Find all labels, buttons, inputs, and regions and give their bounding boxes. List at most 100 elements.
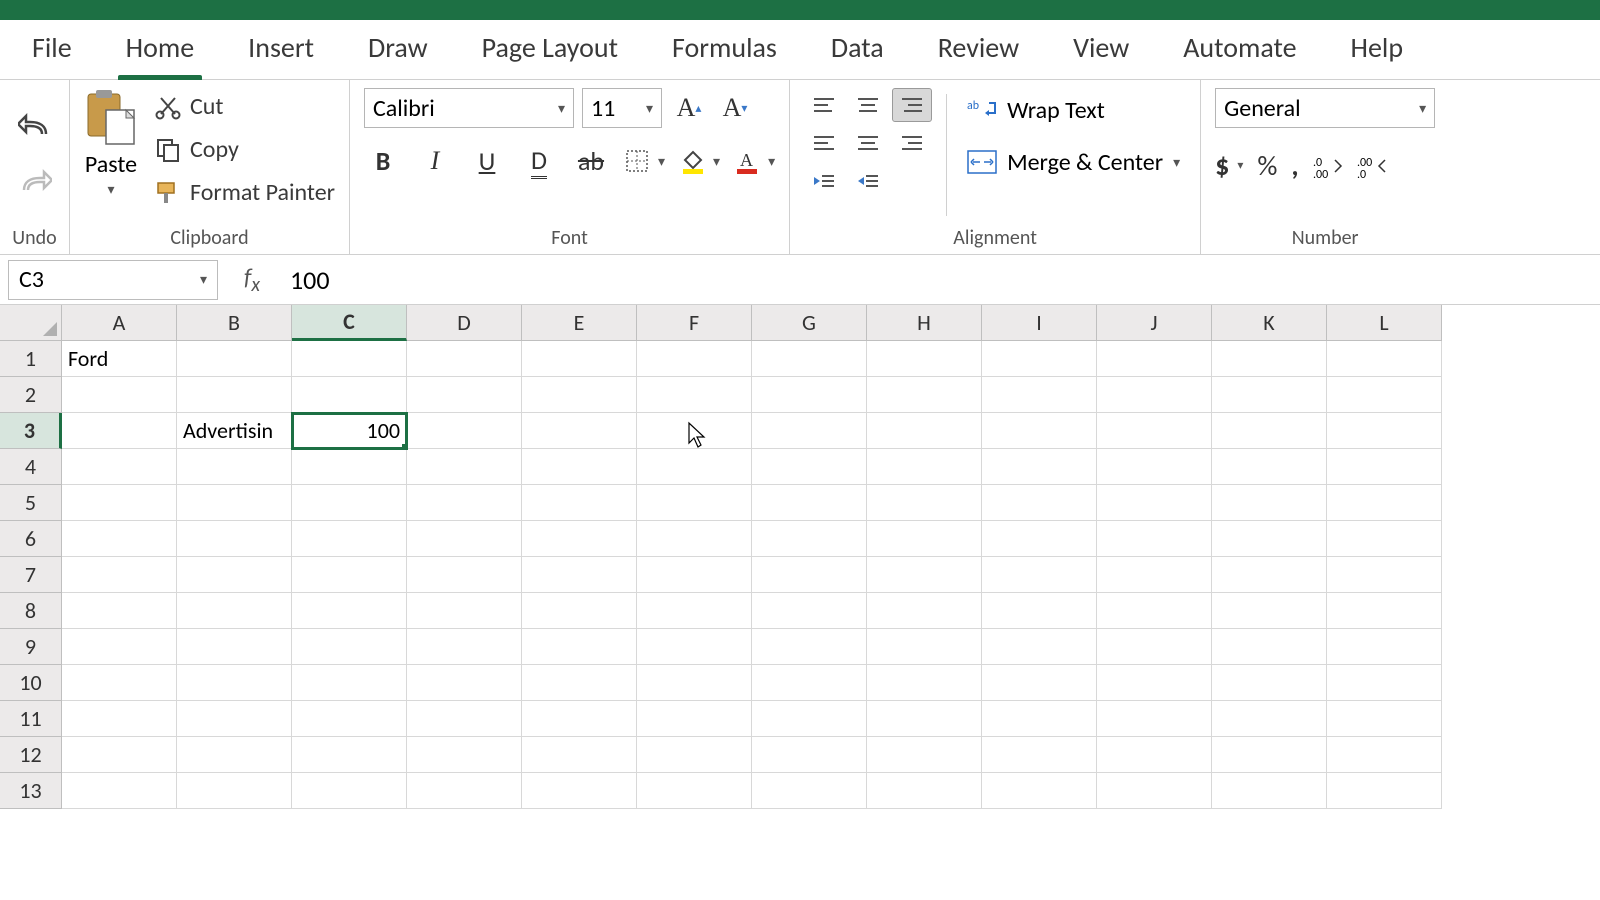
cell-B12[interactable] <box>177 737 292 773</box>
cell-G5[interactable] <box>752 485 867 521</box>
align-top-left[interactable] <box>804 88 844 122</box>
cell-J3[interactable] <box>1097 413 1212 449</box>
cell-B13[interactable] <box>177 773 292 809</box>
cell-L7[interactable] <box>1327 557 1442 593</box>
number-format-select[interactable]: General▾ <box>1215 88 1435 128</box>
format-painter-button[interactable]: Format Painter <box>154 178 335 207</box>
row-header-10[interactable]: 10 <box>0 665 62 701</box>
cell-K4[interactable] <box>1212 449 1327 485</box>
cell-C2[interactable] <box>292 377 407 413</box>
cell-L4[interactable] <box>1327 449 1442 485</box>
cell-E13[interactable] <box>522 773 637 809</box>
column-header-K[interactable]: K <box>1212 305 1327 341</box>
cell-J11[interactable] <box>1097 701 1212 737</box>
comma-format-button[interactable]: , <box>1291 148 1298 183</box>
cell-F1[interactable] <box>637 341 752 377</box>
cell-A3[interactable] <box>62 413 177 449</box>
paste-dropdown[interactable]: ▾ <box>107 181 114 198</box>
copy-button[interactable]: Copy <box>154 135 335 164</box>
cell-B9[interactable] <box>177 629 292 665</box>
cell-C4[interactable] <box>292 449 407 485</box>
column-header-H[interactable]: H <box>867 305 982 341</box>
column-header-A[interactable]: A <box>62 305 177 341</box>
fill-handle[interactable] <box>402 444 407 449</box>
cell-C9[interactable] <box>292 629 407 665</box>
tab-automate[interactable]: Automate <box>1179 22 1300 79</box>
formula-input[interactable]: 100 <box>278 264 330 296</box>
cell-G2[interactable] <box>752 377 867 413</box>
cell-L9[interactable] <box>1327 629 1442 665</box>
cell-I1[interactable] <box>982 341 1097 377</box>
font-color-button[interactable]: A ▾ <box>734 148 775 174</box>
cell-B4[interactable] <box>177 449 292 485</box>
cell-G11[interactable] <box>752 701 867 737</box>
cell-L8[interactable] <box>1327 593 1442 629</box>
name-box[interactable]: C3 ▾ <box>8 260 218 300</box>
double-underline-button[interactable]: D <box>520 142 558 180</box>
cell-L10[interactable] <box>1327 665 1442 701</box>
row-header-13[interactable]: 13 <box>0 773 62 809</box>
cell-D10[interactable] <box>407 665 522 701</box>
cell-L5[interactable] <box>1327 485 1442 521</box>
cell-K12[interactable] <box>1212 737 1327 773</box>
underline-button[interactable]: U <box>468 142 506 180</box>
cell-D6[interactable] <box>407 521 522 557</box>
spreadsheet-grid[interactable]: ABCDEFGHIJKL 1Ford23Advertisin1004567891… <box>0 305 1600 809</box>
cell-I11[interactable] <box>982 701 1097 737</box>
cell-D8[interactable] <box>407 593 522 629</box>
cell-G12[interactable] <box>752 737 867 773</box>
cell-D11[interactable] <box>407 701 522 737</box>
cell-D9[interactable] <box>407 629 522 665</box>
cell-A6[interactable] <box>62 521 177 557</box>
cell-G1[interactable] <box>752 341 867 377</box>
cell-K2[interactable] <box>1212 377 1327 413</box>
cell-K8[interactable] <box>1212 593 1327 629</box>
align-top-right[interactable] <box>892 88 932 122</box>
cell-H2[interactable] <box>867 377 982 413</box>
tab-view[interactable]: View <box>1069 22 1133 79</box>
fx-icon[interactable]: fx <box>226 263 278 297</box>
cell-I3[interactable] <box>982 413 1097 449</box>
cell-G10[interactable] <box>752 665 867 701</box>
row-header-1[interactable]: 1 <box>0 341 62 377</box>
decrease-font-button[interactable]: A▾ <box>716 89 754 127</box>
strikethrough-button[interactable]: ab <box>572 142 610 180</box>
cell-I12[interactable] <box>982 737 1097 773</box>
cell-A7[interactable] <box>62 557 177 593</box>
cell-H1[interactable] <box>867 341 982 377</box>
tab-insert[interactable]: Insert <box>244 22 318 79</box>
cell-B7[interactable] <box>177 557 292 593</box>
accounting-format-button[interactable]: $▾ <box>1215 148 1243 183</box>
cell-J9[interactable] <box>1097 629 1212 665</box>
cell-E3[interactable] <box>522 413 637 449</box>
cell-E5[interactable] <box>522 485 637 521</box>
cell-L6[interactable] <box>1327 521 1442 557</box>
cell-J10[interactable] <box>1097 665 1212 701</box>
cell-J4[interactable] <box>1097 449 1212 485</box>
cell-J12[interactable] <box>1097 737 1212 773</box>
row-header-11[interactable]: 11 <box>0 701 62 737</box>
align-middle-left[interactable] <box>804 126 844 160</box>
cell-C11[interactable] <box>292 701 407 737</box>
cell-E8[interactable] <box>522 593 637 629</box>
cell-I2[interactable] <box>982 377 1097 413</box>
tab-data[interactable]: Data <box>827 22 888 79</box>
cell-G4[interactable] <box>752 449 867 485</box>
cell-L11[interactable] <box>1327 701 1442 737</box>
row-header-5[interactable]: 5 <box>0 485 62 521</box>
row-header-12[interactable]: 12 <box>0 737 62 773</box>
cell-C5[interactable] <box>292 485 407 521</box>
cell-K3[interactable] <box>1212 413 1327 449</box>
tab-page-layout[interactable]: Page Layout <box>478 22 622 79</box>
align-middle-center[interactable] <box>848 126 888 160</box>
cell-F9[interactable] <box>637 629 752 665</box>
increase-font-button[interactable]: A▴ <box>670 89 708 127</box>
cell-C10[interactable] <box>292 665 407 701</box>
cell-A4[interactable] <box>62 449 177 485</box>
cell-F3[interactable] <box>637 413 752 449</box>
decrease-decimal-button[interactable]: .00.0 <box>1357 154 1387 178</box>
cell-G13[interactable] <box>752 773 867 809</box>
cell-A12[interactable] <box>62 737 177 773</box>
cell-J2[interactable] <box>1097 377 1212 413</box>
cell-J13[interactable] <box>1097 773 1212 809</box>
